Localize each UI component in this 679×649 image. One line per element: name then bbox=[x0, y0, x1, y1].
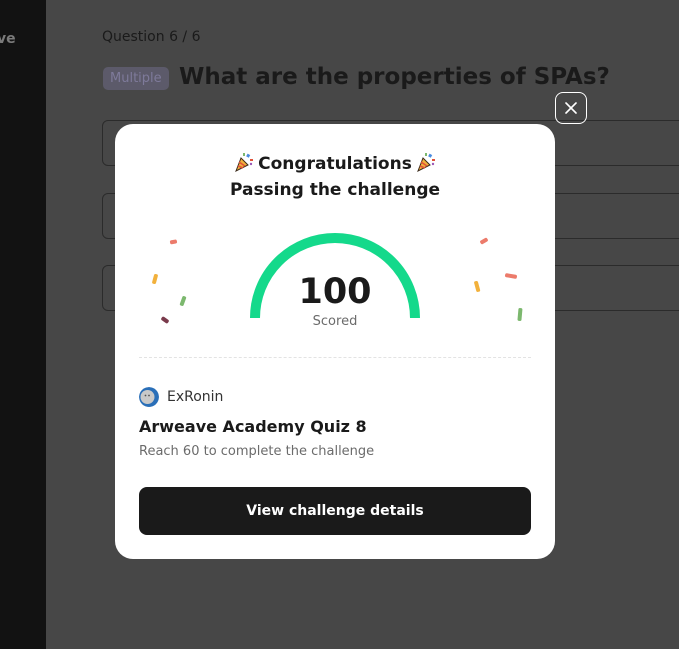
sidebar: ve bbox=[0, 0, 46, 649]
question-title: What are the properties of SPAs? bbox=[179, 64, 610, 90]
question-number: Question 6 / 6 bbox=[102, 29, 201, 45]
question-type-badge: Multiple bbox=[103, 67, 169, 90]
score-value: 100 bbox=[298, 272, 372, 312]
divider bbox=[139, 357, 531, 358]
sidebar-label: ve bbox=[0, 31, 16, 47]
author-name: ExRonin bbox=[167, 389, 224, 405]
quiz-title: Arweave Academy Quiz 8 bbox=[139, 417, 367, 436]
modal-subtitle: Passing the challenge bbox=[229, 180, 441, 200]
congrats-heading: Congratulations bbox=[115, 152, 555, 177]
party-popper-icon bbox=[234, 152, 254, 177]
party-popper-icon bbox=[416, 152, 436, 177]
congrats-text: Congratulations bbox=[258, 154, 412, 174]
score-caption: Scored bbox=[312, 314, 358, 329]
close-icon bbox=[565, 102, 577, 114]
quiz-requirement: Reach 60 to complete the challenge bbox=[139, 444, 375, 459]
result-modal: Congratulations Passing the challenge 10… bbox=[115, 124, 555, 559]
avatar bbox=[139, 387, 159, 407]
close-button[interactable] bbox=[555, 92, 587, 124]
view-challenge-details-button[interactable]: View challenge details bbox=[139, 487, 531, 535]
